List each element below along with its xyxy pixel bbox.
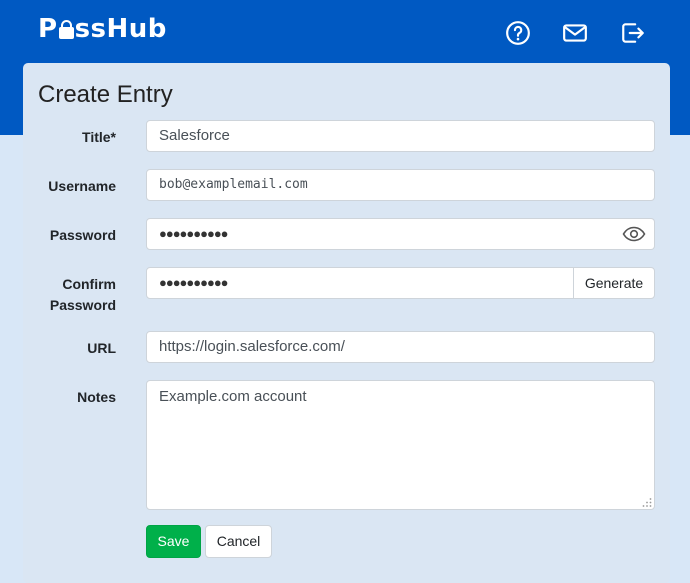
url-label: URL <box>87 340 116 356</box>
confirm-label-line2: Password <box>49 297 116 313</box>
page-title: Create Entry <box>38 81 173 108</box>
username-input[interactable]: bob@examplemail.com <box>146 169 655 201</box>
resize-handle-icon[interactable] <box>642 497 652 507</box>
notes-textarea[interactable]: Example.com account <box>146 380 655 510</box>
title-label: Title* <box>82 129 116 145</box>
notes-label: Notes <box>77 389 116 405</box>
lock-icon <box>58 19 74 39</box>
logo-text-prefix: P <box>38 14 58 44</box>
confirm-password-label: Confirm Password <box>6 274 116 316</box>
cancel-button[interactable]: Cancel <box>205 525 272 558</box>
password-label: Password <box>49 227 116 243</box>
notes-text: Example.com account <box>159 388 307 405</box>
mail-icon[interactable] <box>562 20 588 46</box>
save-button[interactable]: Save <box>146 525 201 558</box>
username-label: Username <box>48 178 116 194</box>
eye-icon <box>622 226 646 242</box>
toggle-password-visibility-button[interactable] <box>614 218 655 250</box>
passhub-logo[interactable]: PssHub <box>38 13 167 45</box>
logout-icon[interactable] <box>620 20 646 46</box>
title-input[interactable]: Salesforce <box>146 120 655 152</box>
logo-text-suffix: ssHub <box>74 14 167 44</box>
confirm-password-input[interactable]: ●●●●●●●●●● <box>146 267 574 299</box>
create-entry-card: Create Entry Title* Salesforce Username … <box>23 63 670 583</box>
url-input[interactable]: https://login.salesforce.com/ <box>146 331 655 363</box>
confirm-label-line1: Confirm <box>62 276 116 292</box>
password-input[interactable]: ●●●●●●●●●● <box>146 218 615 250</box>
generate-password-button[interactable]: Generate <box>573 267 655 299</box>
help-icon[interactable] <box>505 20 531 46</box>
